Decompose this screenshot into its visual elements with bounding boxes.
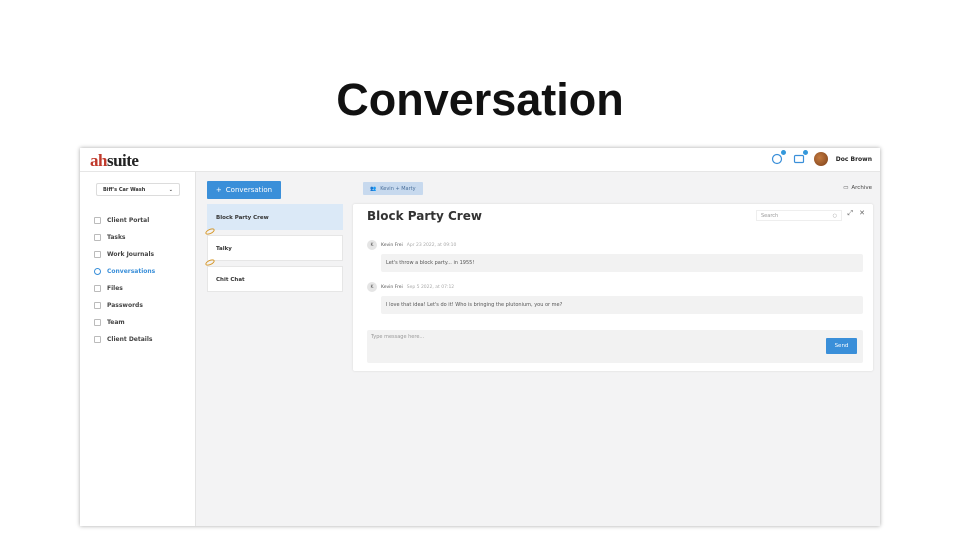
- tasks-icon: [94, 234, 101, 241]
- lock-icon: [94, 302, 101, 309]
- message: K Kevin Frei Sep 5 2022, at 07:12 I love…: [367, 282, 863, 314]
- app-window: ahsuite Doc Brown Biff's Car Wash ⌄ Clie…: [80, 148, 880, 526]
- logo-text: suite: [106, 151, 139, 170]
- expand-icon[interactable]: ⤢: [848, 209, 854, 218]
- message-icon[interactable]: [792, 149, 809, 166]
- archive-label: Archive: [851, 185, 872, 191]
- search-input[interactable]: Search ○: [756, 210, 842, 221]
- sidebar-item-client-details[interactable]: Client Details: [94, 331, 194, 348]
- chevron-down-icon: ⌄: [168, 186, 173, 193]
- message-placeholder: Type message here...: [371, 334, 425, 340]
- portal-icon: [94, 217, 101, 224]
- sidebar-item-label: Client Portal: [107, 217, 150, 224]
- chat-icon: [94, 268, 101, 275]
- message-time: Sep 5 2022, at 07:12: [406, 284, 455, 290]
- message-header: K Kevin Frei Sep 5 2022, at 07:12: [367, 282, 863, 292]
- sidebar-item-team[interactable]: Team: [94, 314, 194, 331]
- sidebar-item-label: Tasks: [107, 234, 126, 241]
- sidebar-item-passwords[interactable]: Passwords: [94, 297, 194, 314]
- archive-button[interactable]: ▭ Archive: [843, 185, 872, 191]
- sidebar-item-label: Team: [107, 319, 125, 326]
- sidebar-item-label: Passwords: [107, 302, 143, 309]
- message: K Kevin Frei Apr 23 2022, at 09:10 Let's…: [367, 240, 863, 272]
- send-button[interactable]: Send: [826, 338, 857, 354]
- participants-chip[interactable]: 👥 Kevin + Marty: [363, 182, 423, 195]
- sidebar-item-tasks[interactable]: Tasks: [94, 229, 194, 246]
- message-author: Kevin Frei: [381, 242, 403, 248]
- conversation-title: Chit Chat: [216, 277, 245, 283]
- conversation-item[interactable]: Block Party Crew: [207, 204, 343, 230]
- slide-title: Conversation: [336, 74, 624, 125]
- search-placeholder: Search: [761, 213, 779, 219]
- sidebar-item-files[interactable]: Files: [94, 280, 194, 297]
- sidebar-item-client-portal[interactable]: Client Portal: [94, 212, 194, 229]
- conversation-item[interactable]: Chit Chat: [204, 258, 343, 292]
- company-select[interactable]: Biff's Car Wash ⌄: [96, 183, 180, 196]
- close-icon[interactable]: ✕: [859, 209, 865, 218]
- avatar: K: [367, 240, 377, 250]
- message-time: Apr 23 2022, at 09:10: [406, 242, 457, 248]
- team-icon: [94, 319, 101, 326]
- company-name: Biff's Car Wash: [103, 186, 146, 193]
- conversation-item[interactable]: Talky: [204, 227, 343, 261]
- message-text: Let's throw a block party... in 1955!: [381, 254, 863, 272]
- notification-icon[interactable]: [770, 149, 787, 166]
- sidebar-item-conversations[interactable]: Conversations: [94, 263, 194, 280]
- folder-icon: [94, 285, 101, 292]
- people-icon: 👥: [370, 185, 377, 192]
- sidebar-item-label: Files: [107, 285, 123, 292]
- conversation-title: Talky: [216, 246, 232, 252]
- sidebar-item-label: Conversations: [107, 268, 156, 275]
- top-icons: Doc Brown: [770, 149, 872, 166]
- message-text: I love that idea! Let's do it! Who is br…: [381, 296, 863, 314]
- app-logo[interactable]: ahsuite: [90, 151, 139, 171]
- top-bar: ahsuite Doc Brown: [80, 148, 880, 172]
- panel-controls: ⤢ ✕: [848, 209, 865, 218]
- sidebar-item-work-journals[interactable]: Work Journals: [94, 246, 194, 263]
- message-author: Kevin Frei: [381, 284, 403, 290]
- sidebar: Biff's Car Wash ⌄ Client Portal Tasks Wo…: [80, 172, 196, 526]
- participants-label: Kevin + Marty: [380, 185, 416, 192]
- journal-icon: [94, 251, 101, 258]
- message-header: K Kevin Frei Apr 23 2022, at 09:10: [367, 240, 863, 250]
- panel-title: Block Party Crew: [367, 209, 482, 223]
- user-name[interactable]: Doc Brown: [836, 156, 872, 163]
- new-conversation-button[interactable]: + Conversation: [207, 181, 281, 199]
- sidebar-item-label: Client Details: [107, 336, 153, 343]
- avatar[interactable]: [813, 152, 828, 166]
- info-icon: [94, 336, 101, 343]
- archive-icon: ▭: [843, 185, 849, 191]
- sidebar-item-label: Work Journals: [107, 251, 155, 258]
- new-conversation-label: Conversation: [225, 186, 273, 194]
- conversation-title: Block Party Crew: [216, 215, 269, 221]
- sidebar-nav: Client Portal Tasks Work Journals Conver…: [94, 212, 194, 348]
- conversation-list: Block Party Crew Talky Chit Chat: [204, 204, 343, 297]
- plus-icon: +: [215, 186, 222, 194]
- avatar: K: [367, 282, 377, 292]
- conversation-panel: Block Party Crew Search ○ ⤢ ✕ K Kevin Fr…: [353, 204, 873, 371]
- logo-mark: ah: [90, 151, 107, 170]
- message-input[interactable]: Type message here... Send: [367, 330, 863, 363]
- search-icon: ○: [832, 213, 837, 219]
